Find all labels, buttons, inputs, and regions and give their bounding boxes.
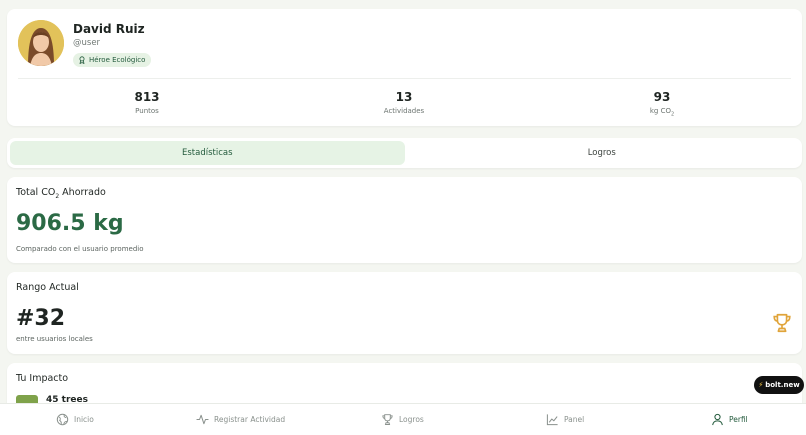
tab-achievements[interactable]: Logros	[405, 141, 800, 165]
award-icon	[79, 56, 85, 64]
bolt-label: bolt.new	[765, 381, 800, 389]
trophy-icon	[773, 313, 791, 333]
bottom-nav: Inicio Registrar Actividad Logros Panel …	[0, 403, 806, 435]
nav-label: Panel	[564, 415, 585, 424]
nav-label: Inicio	[74, 415, 94, 424]
co2-title-rest: Ahorrado	[59, 187, 106, 198]
eco-hero-badge: Héroe Ecológico	[73, 53, 152, 67]
tab-statistics[interactable]: Estadísticas	[10, 141, 405, 165]
stat-co2: 93 kg CO2	[602, 90, 722, 117]
profile-name: David Ruiz	[73, 22, 145, 36]
stat-value: 13	[395, 90, 413, 104]
stat-label-text: kg CO	[649, 107, 671, 115]
lightning-icon: ⚡	[758, 381, 764, 389]
stat-label-subscript: 2	[670, 111, 675, 118]
user-icon	[712, 413, 723, 426]
profile-card: David Ruiz @user Héroe Ecológico 813 Pun…	[7, 9, 802, 126]
rank-card: Rango Actual #32 entre usuarios locales	[7, 272, 802, 354]
avatar-image	[18, 20, 64, 66]
stat-label: kg CO2	[602, 107, 722, 117]
stat-value: 93	[653, 90, 671, 104]
card-title: Rango Actual	[16, 282, 79, 293]
divider	[18, 78, 791, 79]
co2-value: 906.5 kg	[16, 211, 124, 236]
nav-label: Logros	[399, 415, 424, 424]
stat-activities: 13 Actividades	[344, 90, 464, 115]
card-title: Tu Impacto	[16, 373, 69, 384]
rank-value: #32	[16, 306, 66, 331]
co2-title-text: Total CO	[16, 187, 56, 198]
bolt-badge[interactable]: ⚡ bolt.new	[754, 376, 804, 394]
nav-item-inicio[interactable]: Inicio	[56, 413, 94, 426]
profile-handle: @user	[73, 38, 101, 48]
activity-icon	[196, 414, 209, 425]
stat-label: Actividades	[383, 107, 425, 115]
stat-label: Puntos	[135, 107, 159, 115]
trophy-icon	[382, 414, 393, 425]
badge-label: Héroe Ecológico	[89, 56, 146, 64]
card-title: Total CO2 Ahorrado	[16, 187, 106, 200]
stat-points: 813 Puntos	[87, 90, 207, 115]
avatar[interactable]	[18, 20, 64, 66]
stat-value: 813	[134, 90, 160, 104]
nav-label: Perfil	[729, 415, 748, 424]
co2-note: Comparado con el usuario promedio	[16, 245, 144, 253]
rank-note: entre usuarios locales	[16, 335, 93, 343]
nav-item-panel[interactable]: Panel	[546, 413, 584, 426]
nav-label: Registrar Actividad	[214, 415, 286, 424]
chart-icon	[546, 414, 558, 426]
co2-saved-card: Total CO2 Ahorrado 906.5 kg Comparado co…	[7, 177, 802, 263]
nav-item-logros[interactable]: Logros	[381, 413, 424, 426]
nav-item-registrar-actividad[interactable]: Registrar Actividad	[196, 413, 285, 426]
globe-icon	[56, 413, 69, 426]
profile-tabs: Estadísticas Logros	[7, 138, 802, 168]
nav-item-perfil[interactable]: Perfil	[711, 413, 748, 426]
